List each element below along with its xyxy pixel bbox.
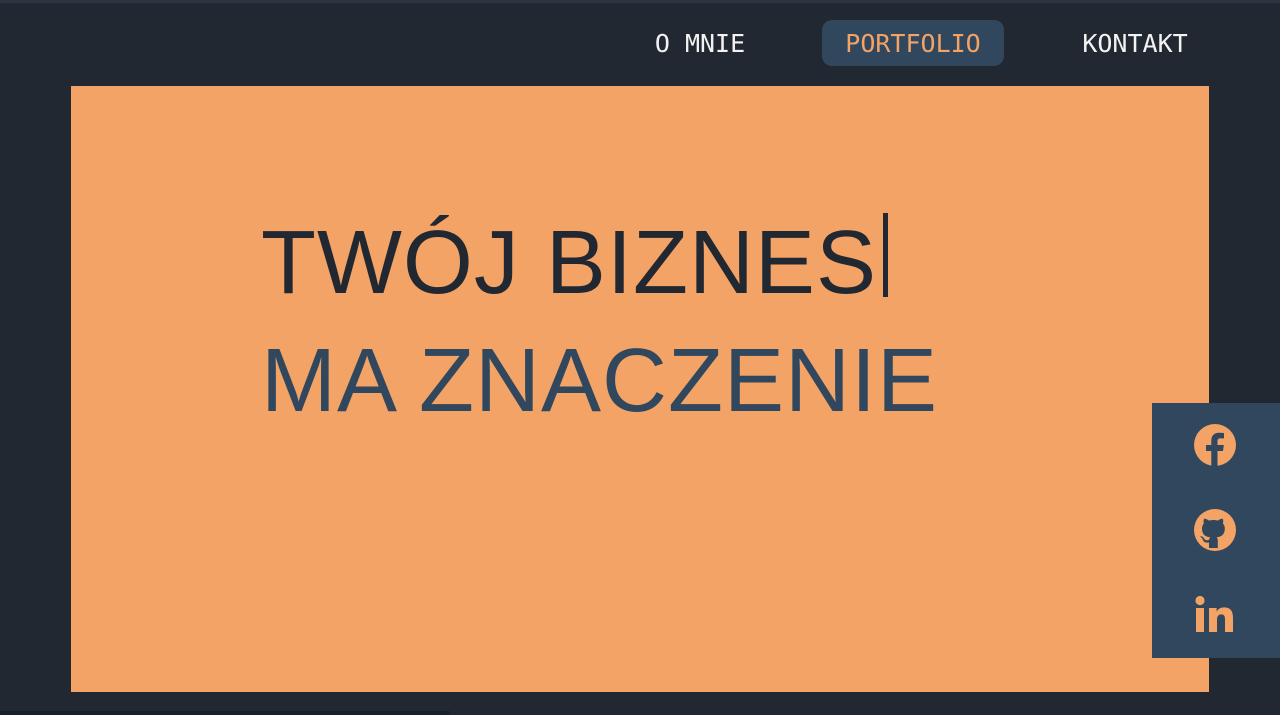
headline-line-1: TWÓJ BIZNES [261, 204, 938, 322]
nav-item-portfolio[interactable]: PORTFOLIO [822, 20, 1004, 66]
top-edge [0, 0, 1280, 3]
linkedin-icon [1195, 595, 1233, 632]
nav-item-kontakt[interactable]: KONTAKT [1062, 20, 1208, 66]
github-icon [1194, 509, 1236, 551]
facebook-link[interactable] [1192, 422, 1238, 468]
main-nav: O MNIE PORTFOLIO KONTAKT [0, 20, 1280, 68]
linkedin-link[interactable] [1192, 592, 1238, 638]
github-link[interactable] [1192, 507, 1238, 553]
facebook-icon [1194, 424, 1236, 466]
bottom-scroll-indicator [0, 711, 450, 715]
hero-panel: TWÓJ BIZNES MA ZNACZENIE [71, 86, 1209, 692]
nav-item-o-mnie[interactable]: O MNIE [634, 20, 766, 66]
typing-caret [883, 213, 888, 297]
hero-headline: TWÓJ BIZNES MA ZNACZENIE [261, 204, 938, 440]
social-sidebar [1152, 403, 1280, 658]
headline-line-1-text: TWÓJ BIZNES [261, 213, 877, 313]
headline-line-2: MA ZNACZENIE [261, 331, 939, 431]
